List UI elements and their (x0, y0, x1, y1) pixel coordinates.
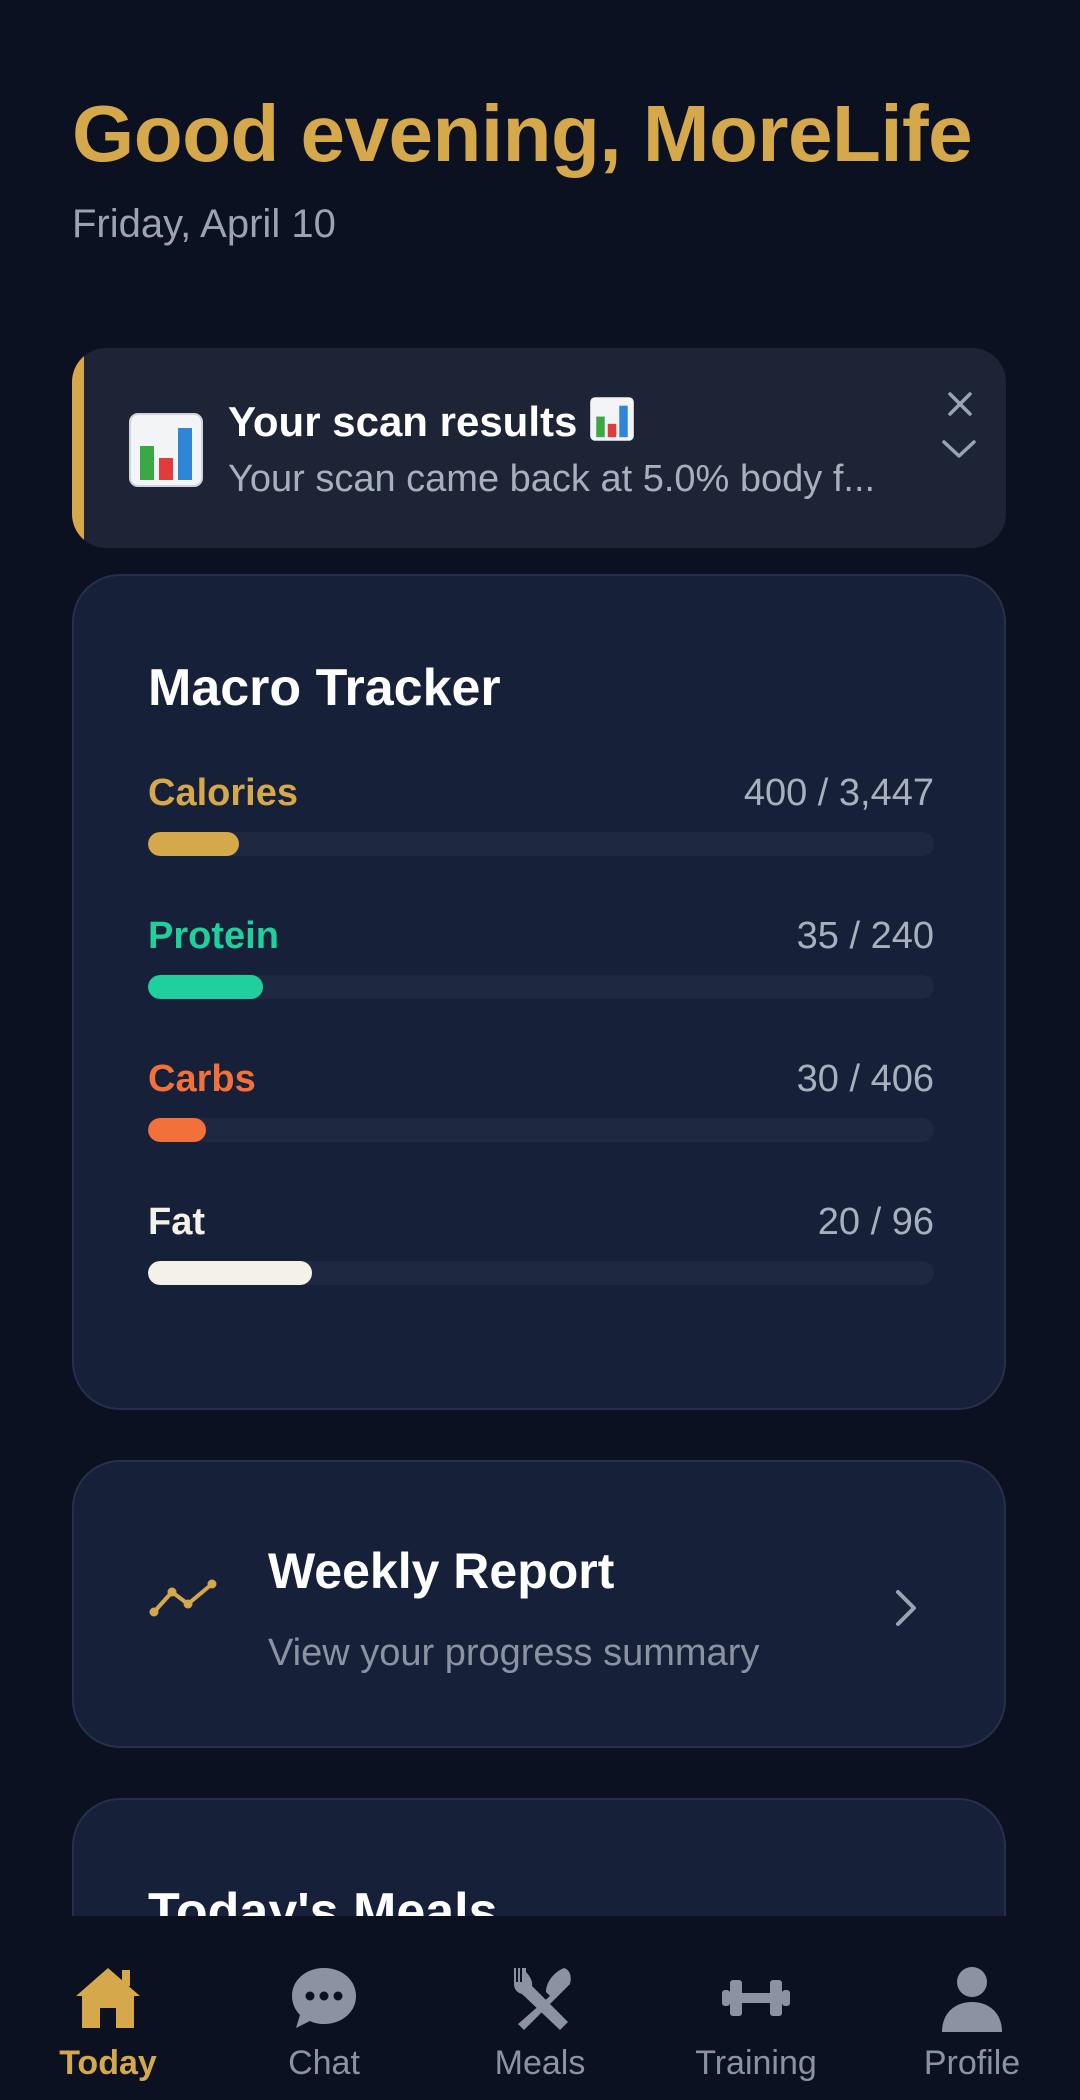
macro-label: Fat (148, 1201, 205, 1243)
dumbbell-icon (722, 1980, 790, 2016)
profile-icon (942, 1967, 1002, 2032)
nav-label: Profile (923, 2044, 1021, 2082)
macro-progress-track (148, 1261, 934, 1285)
macro-row-protein: Protein 35 / 240 (148, 915, 934, 1015)
macro-progress-track (148, 832, 934, 856)
macro-row-fat: Fat 20 / 96 (148, 1201, 934, 1301)
chevron-down-icon[interactable] (938, 434, 980, 464)
banner-accent-bar (72, 348, 84, 548)
scan-results-banner[interactable]: Your scan results Your scan came back at… (72, 348, 1006, 548)
nav-item-chat[interactable]: Chat (224, 1916, 424, 2100)
macro-tracker-title: Macro Tracker (148, 659, 501, 717)
macro-row-calories: Calories 400 / 3,447 (148, 772, 934, 872)
chat-icon (292, 1968, 356, 2028)
macro-row-carbs: Carbs 30 / 406 (148, 1058, 934, 1158)
nav-label: Meals (494, 2044, 586, 2082)
macro-progress-track (148, 975, 934, 999)
macro-value: 400 / 3,447 (743, 772, 934, 814)
bar-chart-emoji-icon (129, 413, 203, 487)
weekly-report-card[interactable]: Weekly Report View your progress summary (72, 1460, 1006, 1748)
nav-label: Chat (288, 2044, 360, 2082)
macro-label: Carbs (148, 1058, 256, 1100)
weekly-report-subtitle: View your progress summary (268, 1632, 760, 1674)
macro-label: Calories (148, 772, 298, 814)
nav-label: Training (695, 2044, 817, 2082)
macro-value: 35 / 240 (796, 915, 934, 957)
nav-item-training[interactable]: Training (656, 1916, 856, 2100)
nav-item-profile[interactable]: Profile (872, 1916, 1072, 2100)
bar-chart-emoji-icon (590, 397, 635, 441)
close-icon[interactable] (940, 384, 980, 424)
current-date: Friday, April 10 (72, 202, 336, 246)
banner-message: Your scan came back at 5.0% body f... (228, 458, 876, 500)
macro-progress-fill (148, 832, 240, 856)
nav-item-meals[interactable]: Meals (440, 1916, 640, 2100)
fork-knife-icon (514, 1968, 571, 2030)
macro-tracker-card: Macro Tracker Calories 400 / 3,447 Prote… (72, 574, 1006, 1410)
banner-title: Your scan results (228, 396, 635, 446)
today-screen: Good evening, MoreLife Friday, April 10 … (0, 0, 1080, 2100)
banner-title-text: Your scan results (228, 398, 578, 445)
macro-progress-fill (148, 1118, 207, 1142)
macro-value: 30 / 406 (796, 1058, 934, 1100)
bottom-nav: Today Chat Meals Training Profile (0, 1916, 1080, 2100)
greeting-title: Good evening, MoreLife (72, 89, 973, 178)
macro-progress-track (148, 1118, 934, 1142)
macro-progress-fill (148, 1261, 312, 1285)
trend-line-icon (149, 1579, 217, 1617)
weekly-report-title: Weekly Report (268, 1543, 615, 1599)
macro-value: 20 / 96 (817, 1201, 934, 1243)
macro-label: Protein (148, 915, 279, 957)
home-icon (76, 1968, 140, 2028)
macro-progress-fill (148, 975, 263, 999)
nav-item-today[interactable]: Today (8, 1916, 208, 2100)
nav-label: Today (59, 2044, 157, 2082)
chevron-right-icon (896, 1590, 916, 1626)
